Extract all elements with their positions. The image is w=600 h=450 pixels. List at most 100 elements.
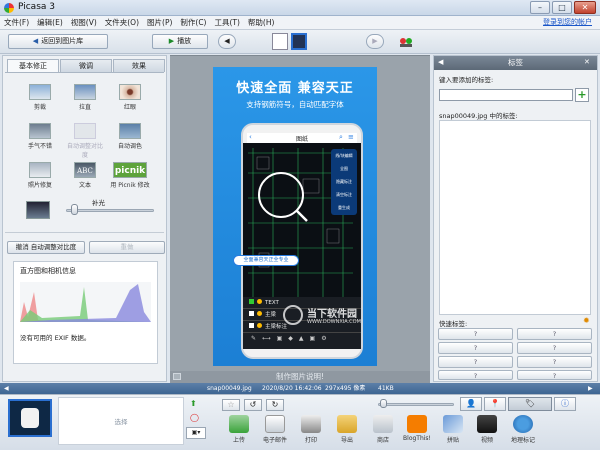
tab-tuning[interactable]: 微调: [60, 59, 112, 72]
menu-bar: 文件(F) 编辑(E) 视图(V) 文件夹(O) 图片(P) 制作(C) 工具(T) 帮助(H…: [0, 16, 600, 30]
retouch-tool[interactable]: 照片修复: [20, 162, 60, 189]
collage-button[interactable]: 拼贴: [436, 415, 470, 444]
quick-tag-button[interactable]: ?: [517, 370, 592, 380]
redo-button[interactable]: 重做: [89, 241, 165, 254]
email-button[interactable]: 电子邮件: [258, 415, 292, 444]
im-feeling-lucky-tool[interactable]: 手气不错: [20, 123, 60, 150]
people-button[interactable]: 👤: [460, 397, 482, 411]
menu-item[interactable]: 隐藏标注: [331, 175, 357, 188]
watermark-text: 当下软件园: [307, 309, 357, 320]
tags-panel: ◀ 标签 ✕ 键入要添加的标签: + snap00049.jpg 中的标签: 快…: [433, 55, 598, 382]
menu-picture[interactable]: 图片(P): [143, 16, 176, 30]
thumbnail-prev[interactable]: [272, 33, 288, 50]
menu-edit[interactable]: 编辑(E): [33, 16, 67, 30]
text-tool[interactable]: ABC 文本: [65, 162, 105, 189]
hold-icon[interactable]: ⬆: [190, 399, 200, 409]
menu-help[interactable]: 帮助(H): [244, 16, 279, 30]
tab-effects[interactable]: 效果: [113, 59, 165, 72]
tray-zoom-track[interactable]: [378, 403, 454, 406]
clear-icon[interactable]: ◯: [190, 413, 200, 423]
quick-tag-button[interactable]: ?: [517, 356, 592, 368]
status-left-arrow-icon[interactable]: ◀: [4, 383, 9, 394]
next-image-button[interactable]: ▶: [366, 34, 384, 49]
menu-view[interactable]: 视图(V): [67, 16, 101, 30]
straighten-icon: [74, 84, 96, 100]
print-button[interactable]: 打印: [294, 415, 328, 444]
menu-tools[interactable]: 工具(T): [210, 16, 243, 30]
picnik-tool[interactable]: picnik 用 Picnik 修改: [110, 162, 150, 189]
back-to-library-button[interactable]: ◀ 返回到图片库: [8, 34, 108, 49]
callout-bubble: 全面兼容天正全专业: [233, 255, 299, 266]
thumbnail-current[interactable]: [291, 33, 307, 50]
straighten-tool[interactable]: 拉直: [65, 84, 105, 111]
menu-item[interactable]: 清空标注: [331, 188, 357, 201]
add-to-album-button[interactable]: ▣▾: [186, 427, 206, 439]
tray-zoom-slider[interactable]: [378, 399, 454, 410]
caption-text[interactable]: 制作图片说明!: [170, 371, 430, 382]
tab-divider: [5, 72, 164, 73]
toolbar: ◀ 返回到图片库 ▶ 播放 ◀ ▶: [0, 30, 600, 54]
photo[interactable]: 快速全面 兼容天正 支持钢筋符号，自动匹配字体 ‹ 图纸 ⌕ ≡ 线/块编辑 全…: [213, 67, 377, 366]
menu-item[interactable]: 全图: [331, 162, 357, 175]
maximize-button[interactable]: □: [552, 1, 572, 14]
redeye-tool[interactable]: 红眼: [110, 84, 150, 111]
histogram-title: 直方图和相机信息: [20, 267, 76, 275]
fill-light-track[interactable]: [66, 209, 154, 212]
auto-contrast-tool[interactable]: 自动调整对比度: [65, 123, 105, 159]
menu-create[interactable]: 制作(C): [176, 16, 210, 30]
geotag-button[interactable]: 地理标记: [506, 415, 540, 444]
quick-tag-button[interactable]: ?: [438, 328, 513, 340]
quick-tag-button[interactable]: ?: [438, 370, 513, 380]
auto-contrast-icon: [74, 123, 96, 139]
previous-image-button[interactable]: ◀: [218, 34, 236, 49]
auto-color-tool[interactable]: 自动调色: [110, 123, 150, 150]
menu-item[interactable]: 线/块编辑: [331, 149, 357, 162]
add-tag-button[interactable]: +: [575, 88, 589, 102]
status-right-arrow-icon[interactable]: ▶: [588, 383, 593, 394]
photo-preview-area: 快速全面 兼容天正 支持钢筋符号，自动匹配字体 ‹ 图纸 ⌕ ≡ 线/块编辑 全…: [170, 55, 430, 383]
fill-light-slider[interactable]: [70, 204, 78, 215]
quick-tag-button[interactable]: ?: [438, 342, 513, 354]
gear-icon[interactable]: ✹: [583, 316, 590, 325]
blogthis-button[interactable]: BlogThis!: [400, 415, 434, 442]
histogram-chart: [20, 282, 151, 322]
tray-thumbnail[interactable]: [8, 399, 52, 437]
divider: [5, 232, 164, 233]
shop-icon: [373, 415, 393, 433]
tab-basic-fixes[interactable]: 基本修正: [7, 59, 59, 72]
minimize-button[interactable]: –: [530, 1, 550, 14]
window-title: Picasa 3: [18, 2, 55, 12]
menu-file[interactable]: 文件(F): [0, 16, 33, 30]
close-panel-icon[interactable]: ✕: [584, 56, 590, 69]
crop-tool[interactable]: 剪裁: [20, 84, 60, 111]
quick-tag-button[interactable]: ?: [438, 356, 513, 368]
collapse-icon[interactable]: ◀: [438, 56, 443, 69]
layer-name: 主梁: [265, 312, 277, 318]
menu-folder[interactable]: 文件夹(O): [101, 16, 143, 30]
export-button[interactable]: 导出: [330, 415, 364, 444]
rotate-right-button[interactable]: ↻: [266, 399, 284, 411]
play-button[interactable]: ▶ 播放: [152, 34, 208, 49]
movie-button[interactable]: 视频: [470, 415, 504, 444]
star-button[interactable]: ☆: [222, 399, 240, 411]
people-icon[interactable]: [398, 37, 414, 48]
quick-tag-button[interactable]: ?: [517, 342, 592, 354]
rotate-left-button[interactable]: ↺: [244, 399, 262, 411]
blogthis-label: BlogThis!: [403, 435, 431, 442]
tags-button[interactable]: 🏷: [508, 397, 552, 411]
geotag-label: 地理标记: [510, 437, 535, 444]
upload-button[interactable]: 上传: [222, 415, 256, 444]
sign-in-link[interactable]: 登录到您的帐户: [543, 17, 592, 27]
undo-button[interactable]: 撤消 自动调整对比度: [7, 241, 85, 254]
places-button[interactable]: 📍: [484, 397, 506, 411]
quick-tags-label: 快速标签:: [439, 320, 468, 328]
menu-item[interactable]: 重生成: [331, 201, 357, 214]
retouch-label: 照片修复: [27, 182, 52, 189]
tag-input[interactable]: [439, 89, 573, 101]
tray-zoom-knob[interactable]: [380, 399, 387, 408]
layer-checkbox: [249, 323, 254, 328]
shop-button[interactable]: 商店: [366, 415, 400, 444]
quick-tag-button[interactable]: ?: [517, 328, 592, 340]
info-button[interactable]: ⓘ: [554, 397, 576, 411]
close-button[interactable]: ✕: [574, 1, 596, 14]
